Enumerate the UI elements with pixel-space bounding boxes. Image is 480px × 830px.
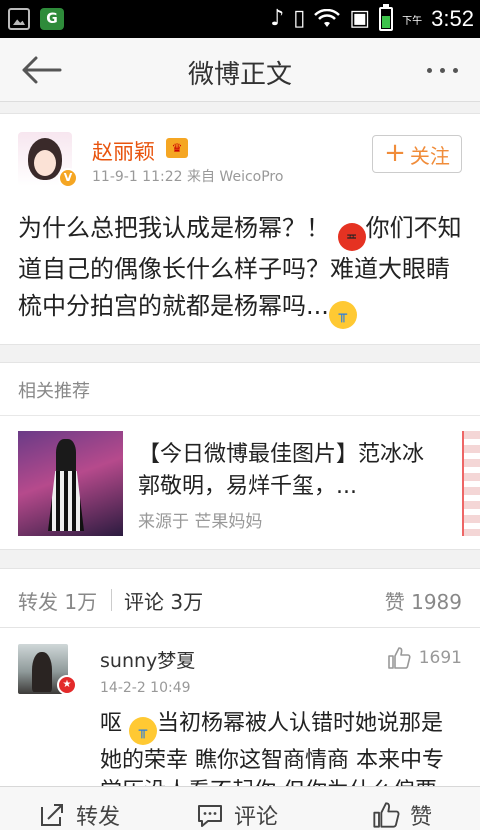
post-meta: 11-9-1 11:22 来自 WeicoPro	[92, 169, 284, 185]
comment-text-part1: 呕	[100, 711, 123, 736]
notification-icons: G	[8, 8, 64, 30]
tab-likes[interactable]: 赞 1989	[385, 586, 462, 615]
repost-label: 转发	[76, 805, 121, 830]
related-title: 相关推荐	[18, 381, 90, 402]
member-badge-icon: ★	[57, 675, 77, 695]
shield-icon: G	[40, 8, 64, 30]
comment-item: ★ sunny梦夏 14-2-2 10:49 1691 呕 ╥ 当初杨幂被人认错时…	[0, 628, 480, 804]
plus-icon: +	[384, 137, 406, 168]
like-button[interactable]: 赞	[372, 799, 432, 830]
crown-icon: ♛	[166, 138, 188, 158]
angry-emoji-icon: ≖	[337, 223, 366, 251]
weibo-post: 赵丽颖 ♛ 11-9-1 11:22 来自 WeicoPro + 关注 为什么总…	[0, 113, 480, 345]
crying-emoji-icon: ╥	[129, 717, 158, 745]
divider	[0, 415, 480, 416]
verified-badge-icon: V	[58, 168, 78, 188]
gallery-icon	[8, 8, 30, 30]
follow-label: 关注	[409, 143, 450, 168]
comment-icon	[198, 805, 222, 827]
more-dots-icon[interactable]	[427, 68, 458, 73]
thumbs-up-icon	[387, 647, 411, 669]
status-time: 3:52	[431, 6, 474, 31]
comment-button[interactable]: 评论	[196, 799, 278, 830]
comment-like-count: 1691	[418, 648, 462, 668]
repost-button[interactable]: 转发	[38, 799, 120, 830]
like-label: 赞	[410, 805, 433, 830]
interaction-tabs: 转发 1万 评论 3万 赞 1989	[0, 568, 480, 628]
battery-icon	[379, 4, 394, 31]
related-next-thumbnail[interactable]	[462, 431, 480, 536]
related-section: 相关推荐 【今日微博最佳图片】范冰冰郭敬明，易烊千玺，... 来源于 芒果妈妈	[0, 362, 480, 550]
follow-button[interactable]: + 关注	[372, 135, 462, 173]
tab-comments[interactable]: 评论 3万	[124, 586, 203, 615]
status-ampm: 下午	[402, 15, 423, 27]
sim-icon: ▣	[349, 6, 371, 31]
bottom-action-bar: 转发 评论 赞	[0, 786, 480, 830]
wifi-icon	[314, 9, 341, 27]
system-icons: ♪ ▯ ▣ 下午 3:52	[270, 0, 474, 38]
tab-separator	[111, 589, 112, 611]
post-text: 为什么总把我认成是杨幂？！ ≖ 你们不知道自己的偶像长什么样子吗？难道大眼睛梳中分…	[18, 210, 468, 329]
related-item-source: 来源于 芒果妈妈	[138, 512, 263, 532]
app-header: 微博正文	[0, 38, 480, 102]
commenter-name[interactable]: sunny梦夏	[100, 646, 195, 673]
related-item-title[interactable]: 【今日微博最佳图片】范冰冰郭敬明，易烊千玺，...	[138, 439, 438, 503]
repost-icon	[41, 804, 63, 826]
related-thumbnail[interactable]	[18, 431, 123, 536]
page-title: 微博正文	[187, 60, 292, 90]
post-text-part1: 为什么总把我认成是杨幂？！	[18, 214, 330, 242]
comment-time: 14-2-2 10:49	[100, 680, 191, 696]
vibrate-icon: ▯	[293, 6, 306, 31]
music-icon: ♪	[270, 6, 285, 31]
status-bar: G ♪ ▯ ▣ 下午 3:52	[0, 0, 480, 38]
author-name[interactable]: 赵丽颖	[92, 136, 155, 166]
thumbs-up-icon	[373, 802, 400, 828]
tab-repost[interactable]: 转发 1万	[18, 586, 97, 615]
crying-emoji-icon: ╥	[328, 301, 357, 329]
comment-like-button[interactable]: 1691	[387, 646, 462, 670]
comment-label: 评论	[234, 805, 279, 830]
